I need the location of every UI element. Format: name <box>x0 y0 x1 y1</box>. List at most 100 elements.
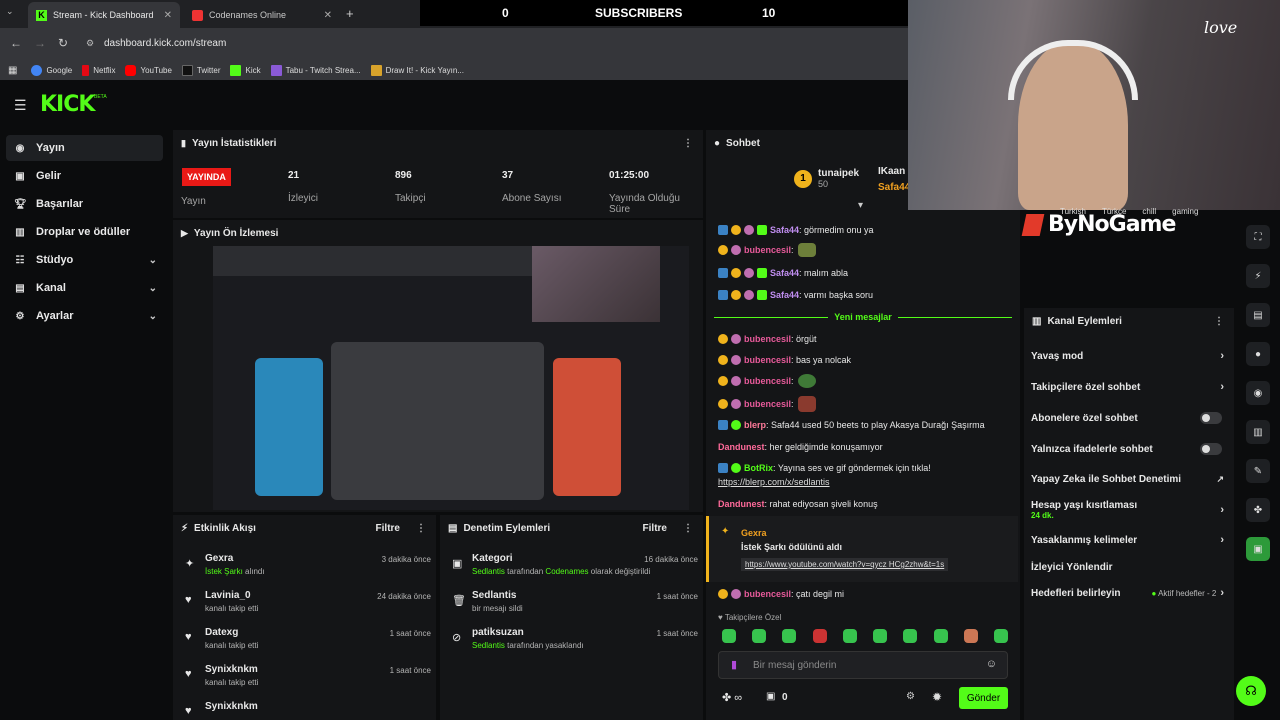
activity-user[interactable]: Datexg <box>205 627 238 638</box>
chat-username[interactable]: Safa44 <box>770 267 799 279</box>
back-icon[interactable]: ← <box>10 36 22 50</box>
bolt-icon[interactable]: ⚡︎ <box>1246 264 1270 288</box>
mic-icon[interactable]: ▮ <box>731 658 737 671</box>
preview-video[interactable] <box>213 246 689 510</box>
chat-username[interactable]: bubencesil <box>744 375 791 387</box>
reload-icon[interactable]: ↻ <box>58 36 68 50</box>
action-ai-moderation[interactable]: Yapay Zeka ile Sohbet Denetimi ↗ <box>1024 468 1230 490</box>
moderation-title[interactable]: patiksuzan <box>472 627 524 638</box>
moderation-title[interactable]: Sedlantis <box>472 590 516 601</box>
emote-icon[interactable] <box>873 629 888 643</box>
points-icon[interactable]: ✤ ∞ <box>722 691 742 704</box>
url-field[interactable]: dashboard.kick.com/stream <box>104 38 226 49</box>
more-options-icon[interactable]: ⋮ <box>683 138 693 149</box>
chat-username[interactable]: BotRix <box>744 462 773 474</box>
gift-icon[interactable]: ▣ <box>766 691 775 702</box>
broadcast-icon[interactable]: ◉ <box>1246 381 1270 405</box>
activity-user[interactable]: Synixknkm <box>205 664 258 675</box>
activity-user[interactable]: Synixknkm <box>205 701 258 712</box>
chat-username[interactable]: blerp <box>744 419 766 431</box>
bot-icon[interactable]: ✹ <box>932 690 942 704</box>
action-slow-mode[interactable]: Yavaş mod › <box>1024 345 1230 367</box>
top-gifter[interactable]: 1 tunaipek 50 <box>794 168 859 189</box>
send-button[interactable]: Gönder <box>959 687 1008 709</box>
users-icon[interactable]: ✤ <box>1246 498 1270 522</box>
bookmark-youtube[interactable]: YouTube <box>125 64 172 76</box>
more-options-icon[interactable]: ⋮ <box>416 523 426 534</box>
action-goals[interactable]: Hedefleri belirleyin ● Aktif hedefler - … <box>1024 582 1230 604</box>
emoji-icon[interactable]: ☺ <box>986 658 997 670</box>
layout-icon[interactable]: ▥ <box>1246 420 1270 444</box>
chat-username[interactable]: bubencesil <box>744 244 791 256</box>
forward-icon[interactable]: → <box>34 36 46 50</box>
activity-user[interactable]: Lavinia_0 <box>205 590 251 601</box>
emote-icon[interactable] <box>782 629 797 643</box>
chat-settings-icon[interactable]: ⚙ <box>906 691 915 702</box>
bookmark-tabu[interactable]: Tabu - Twitch Strea... <box>270 64 361 76</box>
reward-link[interactable]: https://www.youtube.com/watch?v=qycz HCg… <box>741 558 949 571</box>
bookmark-google[interactable]: Google <box>31 64 72 76</box>
action-raid[interactable]: İzleyici Yönlendir <box>1024 556 1230 578</box>
top-user-safa44[interactable]: Safa44 <box>878 182 910 193</box>
browser-tab-codenames[interactable]: Codenames Online ✕ <box>184 2 340 28</box>
chat-username[interactable]: bubencesil <box>744 588 791 600</box>
bookmark-twitter[interactable]: Twitter <box>181 64 220 76</box>
emote-icon[interactable] <box>963 629 978 643</box>
action-followers-chat[interactable]: Takipçilere özel sohbet › <box>1024 376 1230 398</box>
app-icon[interactable]: ▣ <box>1246 537 1270 561</box>
chat-username[interactable]: Dandunest <box>718 441 765 453</box>
chat-username[interactable]: bubencesil <box>744 333 791 345</box>
menu-icon[interactable]: ☰ <box>14 97 27 114</box>
sidebar-item-gelir[interactable]: ▣ Gelir <box>6 163 163 189</box>
sidebar-item-basarilar[interactable]: 🏆︎ Başarılar <box>6 191 163 217</box>
kick-logo[interactable]: KICK <box>40 92 95 117</box>
sidebar-item-studyo[interactable]: ☷ Stüdyo ⌄ <box>6 247 163 273</box>
emote-icon[interactable] <box>812 629 827 643</box>
chat-bubble-icon[interactable]: ● <box>1246 342 1270 366</box>
bookmark-netflix[interactable]: Netflix <box>82 64 115 76</box>
moderator-name[interactable]: Sedlantis <box>472 567 505 576</box>
reward-user[interactable]: Gexra <box>741 528 767 538</box>
activity-user[interactable]: Gexra <box>205 553 233 564</box>
sidebar-item-ayarlar[interactable]: ⚙ Ayarlar ⌄ <box>6 303 163 329</box>
chat-username[interactable]: Safa44 <box>770 224 799 236</box>
chat-username[interactable]: bubencesil <box>744 354 791 366</box>
action-emotes-only[interactable]: Yalnızca ifadelerle sohbet <box>1024 438 1230 460</box>
top-user-ikaan[interactable]: IKaan <box>878 166 905 177</box>
subscribers-chat-toggle[interactable] <box>1200 412 1222 424</box>
chat-username[interactable]: bubencesil <box>744 398 791 410</box>
emote-icon[interactable] <box>993 629 1008 643</box>
apps-icon[interactable]: ▦ <box>8 65 17 76</box>
support-icon[interactable]: ☊ <box>1236 676 1266 706</box>
fullscreen-icon[interactable]: ⛶ <box>1246 225 1270 249</box>
expand-top-icon[interactable]: ▾ <box>858 200 863 211</box>
moderator-name[interactable]: Sedlantis <box>472 641 505 650</box>
emote-icon[interactable] <box>903 629 918 643</box>
more-options-icon[interactable]: ⋮ <box>1214 316 1224 327</box>
emote-icon[interactable] <box>722 629 736 643</box>
filter-button[interactable]: Filtre <box>643 523 667 534</box>
sidebar-item-yayin[interactable]: ◉ Yayın <box>6 135 163 161</box>
filter-button[interactable]: Filtre <box>376 523 400 534</box>
new-tab-button[interactable]: + <box>346 6 354 21</box>
sidebar-item-droplar[interactable]: ▥ Droplar ve ödüller <box>6 219 163 245</box>
close-tab-icon[interactable]: ✕ <box>164 10 172 21</box>
action-banned-words[interactable]: Yasaklanmış kelimeler › <box>1024 529 1230 551</box>
emote-icon[interactable] <box>842 629 857 643</box>
chat-input[interactable]: ▮ Bir mesaj gönderin ☺ <box>718 651 1008 679</box>
action-account-age[interactable]: Hesap yaşı kısıtlaması 24 dk. › <box>1024 497 1230 523</box>
chat-username[interactable]: Safa44 <box>770 289 799 301</box>
wrench-icon[interactable]: ✎ <box>1246 459 1270 483</box>
browser-tab-kick-dashboard[interactable]: K Stream - Kick Dashboard ✕ <box>28 2 180 28</box>
document-icon[interactable]: ▤ <box>1246 303 1270 327</box>
chat-link[interactable]: https://blerp.com/x/sedlantis <box>718 477 830 487</box>
chat-username[interactable]: Dandunest <box>718 498 765 510</box>
emote-icon[interactable] <box>752 629 767 643</box>
more-options-icon[interactable]: ⋮ <box>683 523 693 534</box>
bookmark-kick[interactable]: Kick <box>230 64 261 76</box>
tab-search-button[interactable]: ⌄ <box>6 6 20 20</box>
site-info-icon[interactable]: ⚙ <box>86 38 94 49</box>
action-subscribers-chat[interactable]: Abonelere özel sohbet <box>1024 407 1230 429</box>
emote-icon[interactable] <box>933 629 948 643</box>
bookmark-drawit[interactable]: Draw It! - Kick Yayın... <box>370 64 464 76</box>
